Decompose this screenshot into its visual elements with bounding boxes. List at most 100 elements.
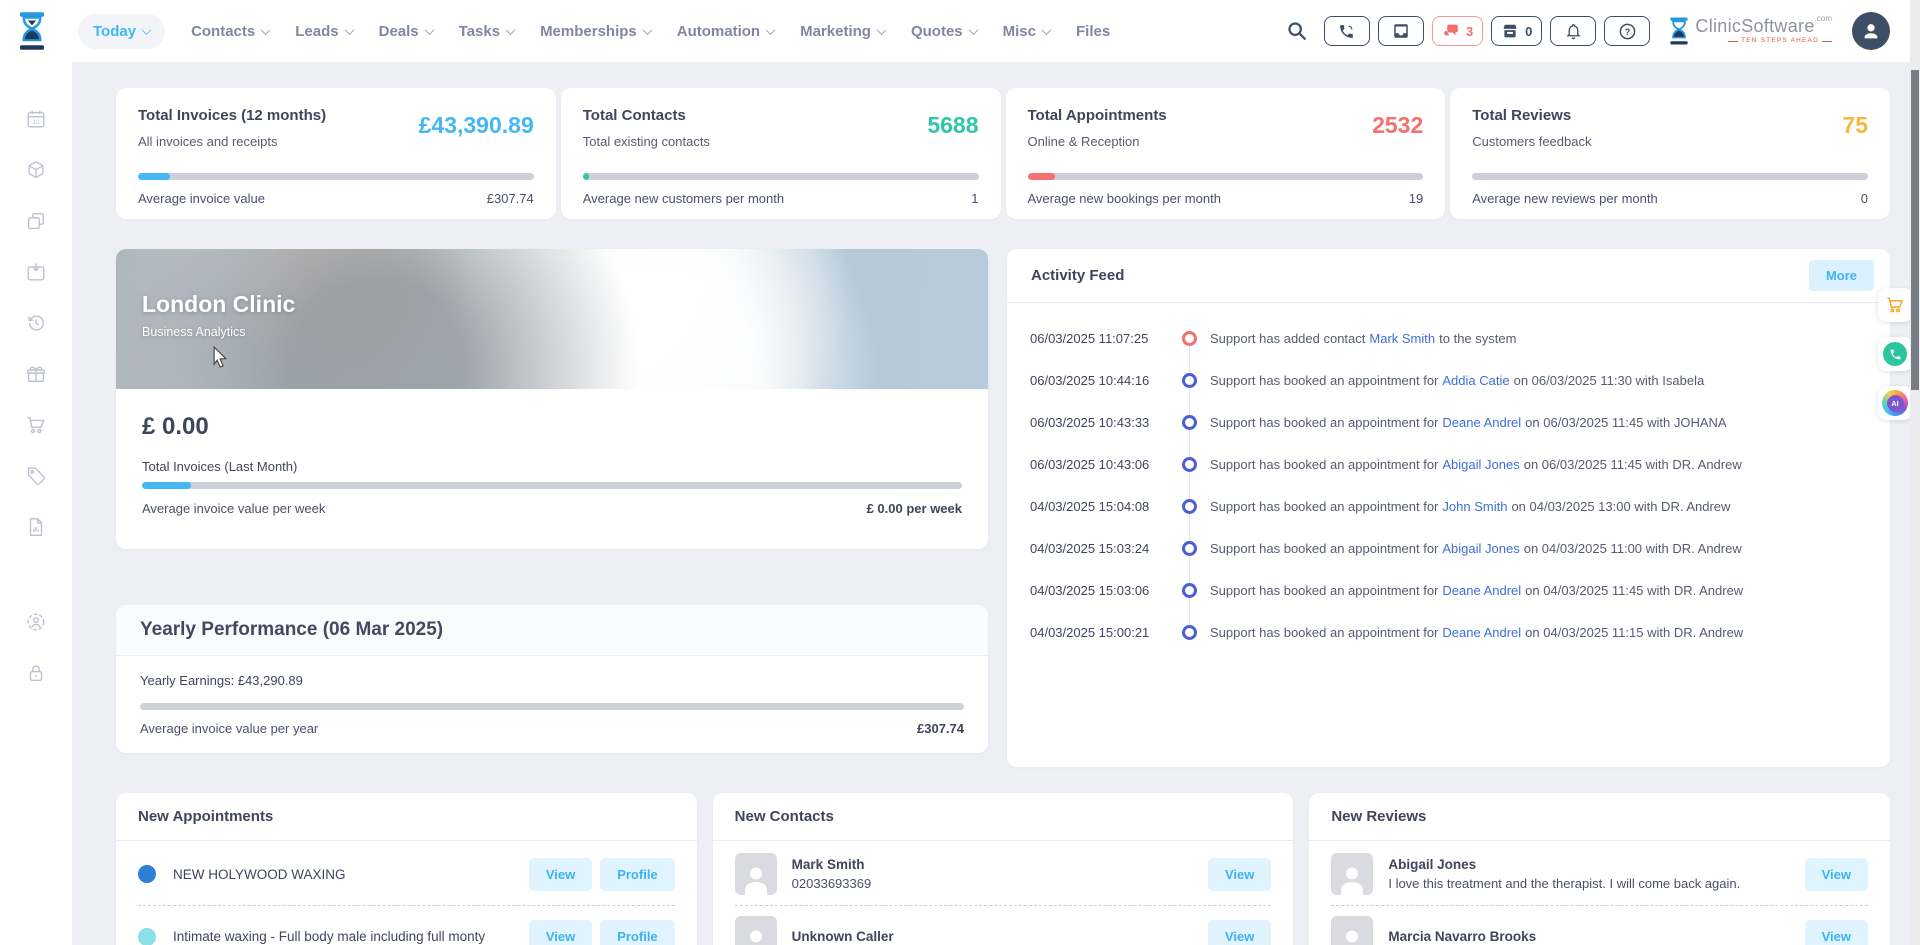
nav-item-contacts[interactable]: Contacts [191, 23, 269, 40]
progress-track [1028, 173, 1424, 180]
stat-card-reviews: Total Reviews Customers feedback 75 Aver… [1450, 88, 1890, 219]
last-month-total: £ 0.00 [142, 413, 962, 441]
contact-link[interactable]: Abigail Jones [1442, 457, 1519, 472]
nav-item-today[interactable]: Today [78, 14, 165, 49]
nav-item-deals[interactable]: Deals [379, 23, 433, 40]
review-row: Abigail Jones I love this treatment and … [1331, 843, 1868, 905]
progress-track [142, 482, 962, 489]
gift-icon[interactable] [25, 363, 47, 385]
reviewer-name: Abigail Jones [1388, 857, 1794, 872]
profile-button[interactable]: Profile [600, 920, 674, 945]
price-tag-icon[interactable] [25, 465, 47, 487]
activity-text: Support has booked an appointment forAbi… [1210, 457, 1742, 472]
view-button[interactable]: View [1805, 920, 1868, 945]
nav-label: Tasks [459, 23, 500, 40]
nav-item-misc[interactable]: Misc [1003, 23, 1050, 40]
stat-subtitle: Customers feedback [1472, 134, 1591, 149]
yearly-footer-value: £307.74 [917, 721, 964, 736]
nav-item-memberships[interactable]: Memberships [540, 23, 651, 40]
activity-time: 04/03/2025 15:04:08 [1030, 499, 1170, 514]
stat-card-contacts: Total Contacts Total existing contacts 5… [561, 88, 1001, 219]
app-logo-icon[interactable] [17, 8, 47, 59]
search-icon[interactable] [1286, 20, 1308, 42]
stat-subtitle: All invoices and receipts [138, 134, 326, 149]
chat-button[interactable]: 3 [1432, 16, 1483, 46]
contact-phone: 02033693369 [792, 876, 1198, 891]
nav-item-quotes[interactable]: Quotes [911, 23, 977, 40]
new-appointments-title: New Appointments [116, 793, 697, 841]
help-button[interactable]: ? [1604, 16, 1650, 46]
nav-item-automation[interactable]: Automation [677, 23, 774, 40]
hourglass-icon [1668, 17, 1690, 45]
top-bar: Today Contacts Leads Deals Tasks Members… [0, 0, 1920, 62]
lock-icon[interactable] [25, 662, 47, 684]
activity-entry: 04/03/2025 15:03:06 Support has booked a… [1030, 569, 1870, 611]
activity-more-button[interactable]: More [1809, 260, 1874, 291]
new-appointments-card: New Appointments NEW HOLYWOOD WAXING Vie… [116, 793, 697, 945]
account-icon[interactable] [25, 611, 47, 633]
chevron-down-icon [642, 25, 652, 35]
last-month-label: Total Invoices (Last Month) [142, 459, 962, 474]
nav-label: Leads [295, 23, 338, 40]
contact-link[interactable]: Deane Andrel [1442, 415, 1521, 430]
chevron-down-icon [877, 25, 887, 35]
copy-icon[interactable] [25, 210, 47, 232]
nav-item-files[interactable]: Files [1076, 23, 1110, 40]
contact-link[interactable]: Abigail Jones [1442, 541, 1519, 556]
phone-icon [1883, 342, 1907, 366]
package-icon[interactable] [25, 159, 47, 181]
activity-feed-list: 06/03/2025 11:07:25 Support has added co… [1007, 303, 1890, 653]
user-avatar[interactable] [1852, 12, 1890, 50]
ai-assistant-button[interactable]: AI [1878, 386, 1912, 420]
nav-label: Today [93, 23, 136, 40]
question-icon: ? [1618, 22, 1637, 41]
contact-link[interactable]: Deane Andrel [1442, 625, 1521, 640]
page-scrollbar [1910, 0, 1920, 945]
contact-link[interactable]: Addia Catie [1442, 373, 1509, 388]
nav-item-tasks[interactable]: Tasks [459, 23, 514, 40]
shop-button[interactable]: 0 [1491, 16, 1542, 46]
phone-button[interactable] [1324, 16, 1370, 46]
view-button[interactable]: View [529, 920, 592, 945]
contact-link[interactable]: Mark Smith [1369, 331, 1435, 346]
timeline-dot [1182, 415, 1197, 430]
stat-footer-label: Average new reviews per month [1472, 191, 1657, 206]
nav-item-leads[interactable]: Leads [295, 23, 352, 40]
view-button[interactable]: View [1208, 920, 1271, 945]
chevron-down-icon [424, 25, 434, 35]
scrollbar-thumb[interactable] [1911, 70, 1919, 390]
stat-footer-value: £307.74 [487, 191, 534, 206]
calendar-icon[interactable]: 12 [25, 108, 47, 130]
stat-card-appointments: Total Appointments Online & Reception 25… [1006, 88, 1446, 219]
activity-entry: 06/03/2025 11:07:25 Support has added co… [1030, 317, 1870, 359]
activity-time: 06/03/2025 10:43:06 [1030, 457, 1170, 472]
cart-icon[interactable] [25, 414, 47, 436]
stat-title: Total Appointments [1028, 107, 1167, 124]
yearly-earnings-value: £43,290.89 [238, 673, 303, 688]
contact-link[interactable]: Deane Andrel [1442, 583, 1521, 598]
shop-icon [1501, 22, 1519, 40]
inbox-button[interactable] [1378, 16, 1424, 46]
clinicsoftware-logo[interactable]: ClinicSoftware .com TEN STEPS AHEAD [1668, 17, 1832, 45]
view-button[interactable]: View [1208, 858, 1271, 891]
avatar [735, 853, 777, 895]
nav-item-marketing[interactable]: Marketing [800, 23, 885, 40]
stats-row: Total Invoices (12 months) All invoices … [116, 88, 1890, 219]
activity-entry: 06/03/2025 10:43:33 Support has booked a… [1030, 401, 1870, 443]
quick-call-button[interactable] [1878, 337, 1912, 371]
header-actions: 3 0 ? ClinicSoftware .com TEN S [1286, 12, 1920, 50]
sales-report-icon[interactable] [25, 516, 47, 538]
yearly-footer-label: Average invoice value per year [140, 721, 318, 736]
profile-button[interactable]: Profile [600, 858, 674, 891]
contact-link[interactable]: John Smith [1442, 499, 1507, 514]
view-button[interactable]: View [529, 858, 592, 891]
appointment-row: NEW HOLYWOOD WAXING View Profile [138, 843, 675, 905]
yearly-earnings-label: Yearly Earnings: [140, 673, 234, 688]
booking-calendar-icon[interactable] [25, 261, 47, 283]
history-icon[interactable] [25, 312, 47, 334]
notifications-button[interactable] [1550, 16, 1596, 46]
view-button[interactable]: View [1805, 858, 1868, 891]
activity-time: 06/03/2025 10:43:33 [1030, 415, 1170, 430]
quick-shop-button[interactable] [1878, 288, 1912, 322]
activity-text: Support has booked an appointment forDea… [1210, 415, 1727, 430]
